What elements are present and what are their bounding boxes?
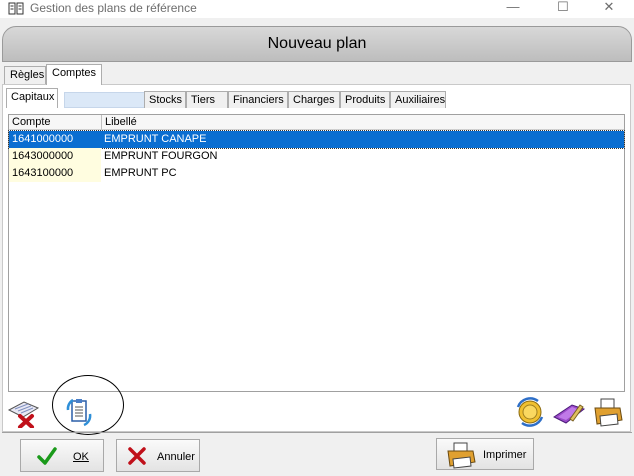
cross-icon <box>128 447 146 465</box>
print-label: Imprimer <box>483 449 527 461</box>
refresh-coins-icon[interactable] <box>514 397 546 427</box>
inner-tabs: Capitaux Stocks Tiers Financiers Charges… <box>6 88 626 108</box>
cell-libelle: EMPRUNT PC <box>104 167 177 179</box>
cell-libelle: EMPRUNT CANAPE <box>104 133 207 145</box>
folder-edit-icon[interactable] <box>552 397 586 427</box>
filter-field[interactable] <box>64 92 146 108</box>
cell-compte: 1643100000 <box>9 165 101 182</box>
table-row[interactable]: 1643000000 EMPRUNT FOURGON <box>9 148 624 165</box>
maximize-button[interactable]: ☐ <box>540 0 586 18</box>
tab-produits[interactable]: Produits <box>340 91 390 108</box>
book-icon <box>8 2 24 15</box>
check-icon <box>37 447 57 465</box>
tab-charges[interactable]: Charges <box>288 91 340 108</box>
tab-regles[interactable]: Règles <box>4 66 46 84</box>
tab-financiers[interactable]: Financiers <box>228 91 288 108</box>
print-button[interactable]: Imprimer <box>436 438 534 470</box>
tab-capitaux[interactable]: Capitaux <box>6 88 58 108</box>
ok-button[interactable]: OK <box>20 439 104 472</box>
page-title: Nouveau plan <box>267 35 367 52</box>
column-header-compte[interactable]: Compte <box>12 116 51 128</box>
divider <box>2 432 632 433</box>
cell-compte: 1643000000 <box>9 148 101 165</box>
table-row[interactable]: 1641000000 EMPRUNT CANAPE <box>8 130 625 149</box>
ok-label: OK <box>73 451 89 463</box>
delete-list-icon[interactable] <box>6 396 42 428</box>
table-row[interactable]: 1643100000 EMPRUNT PC <box>9 165 624 182</box>
tab-stocks[interactable]: Stocks <box>144 91 186 108</box>
column-header-libelle[interactable]: Libellé <box>105 116 137 128</box>
cell-libelle: EMPRUNT FOURGON <box>104 150 218 162</box>
accounts-grid[interactable]: Compte Libellé 1641000000 EMPRUNT CANAPE… <box>8 114 625 392</box>
header-banner: Nouveau plan <box>2 26 632 62</box>
cell-compte: 1641000000 <box>9 131 101 148</box>
close-button[interactable]: ✕ <box>586 0 632 18</box>
cancel-label: Annuler <box>157 451 195 463</box>
minimize-button[interactable]: — <box>490 0 536 18</box>
tab-tiers[interactable]: Tiers <box>186 91 228 108</box>
highlight-circle <box>52 375 124 435</box>
tab-auxiliaires[interactable]: Auxiliaires <box>390 91 446 108</box>
printer-icon[interactable] <box>592 396 624 428</box>
grid-header: Compte Libellé <box>9 115 624 130</box>
title-bar: Gestion des plans de référence — ☐ ✕ <box>0 0 634 18</box>
printer-icon <box>447 442 476 469</box>
cancel-button[interactable]: Annuler <box>116 439 200 472</box>
column-separator[interactable] <box>101 115 102 130</box>
tab-comptes[interactable]: Comptes <box>46 64 102 85</box>
window-title: Gestion des plans de référence <box>30 1 197 15</box>
